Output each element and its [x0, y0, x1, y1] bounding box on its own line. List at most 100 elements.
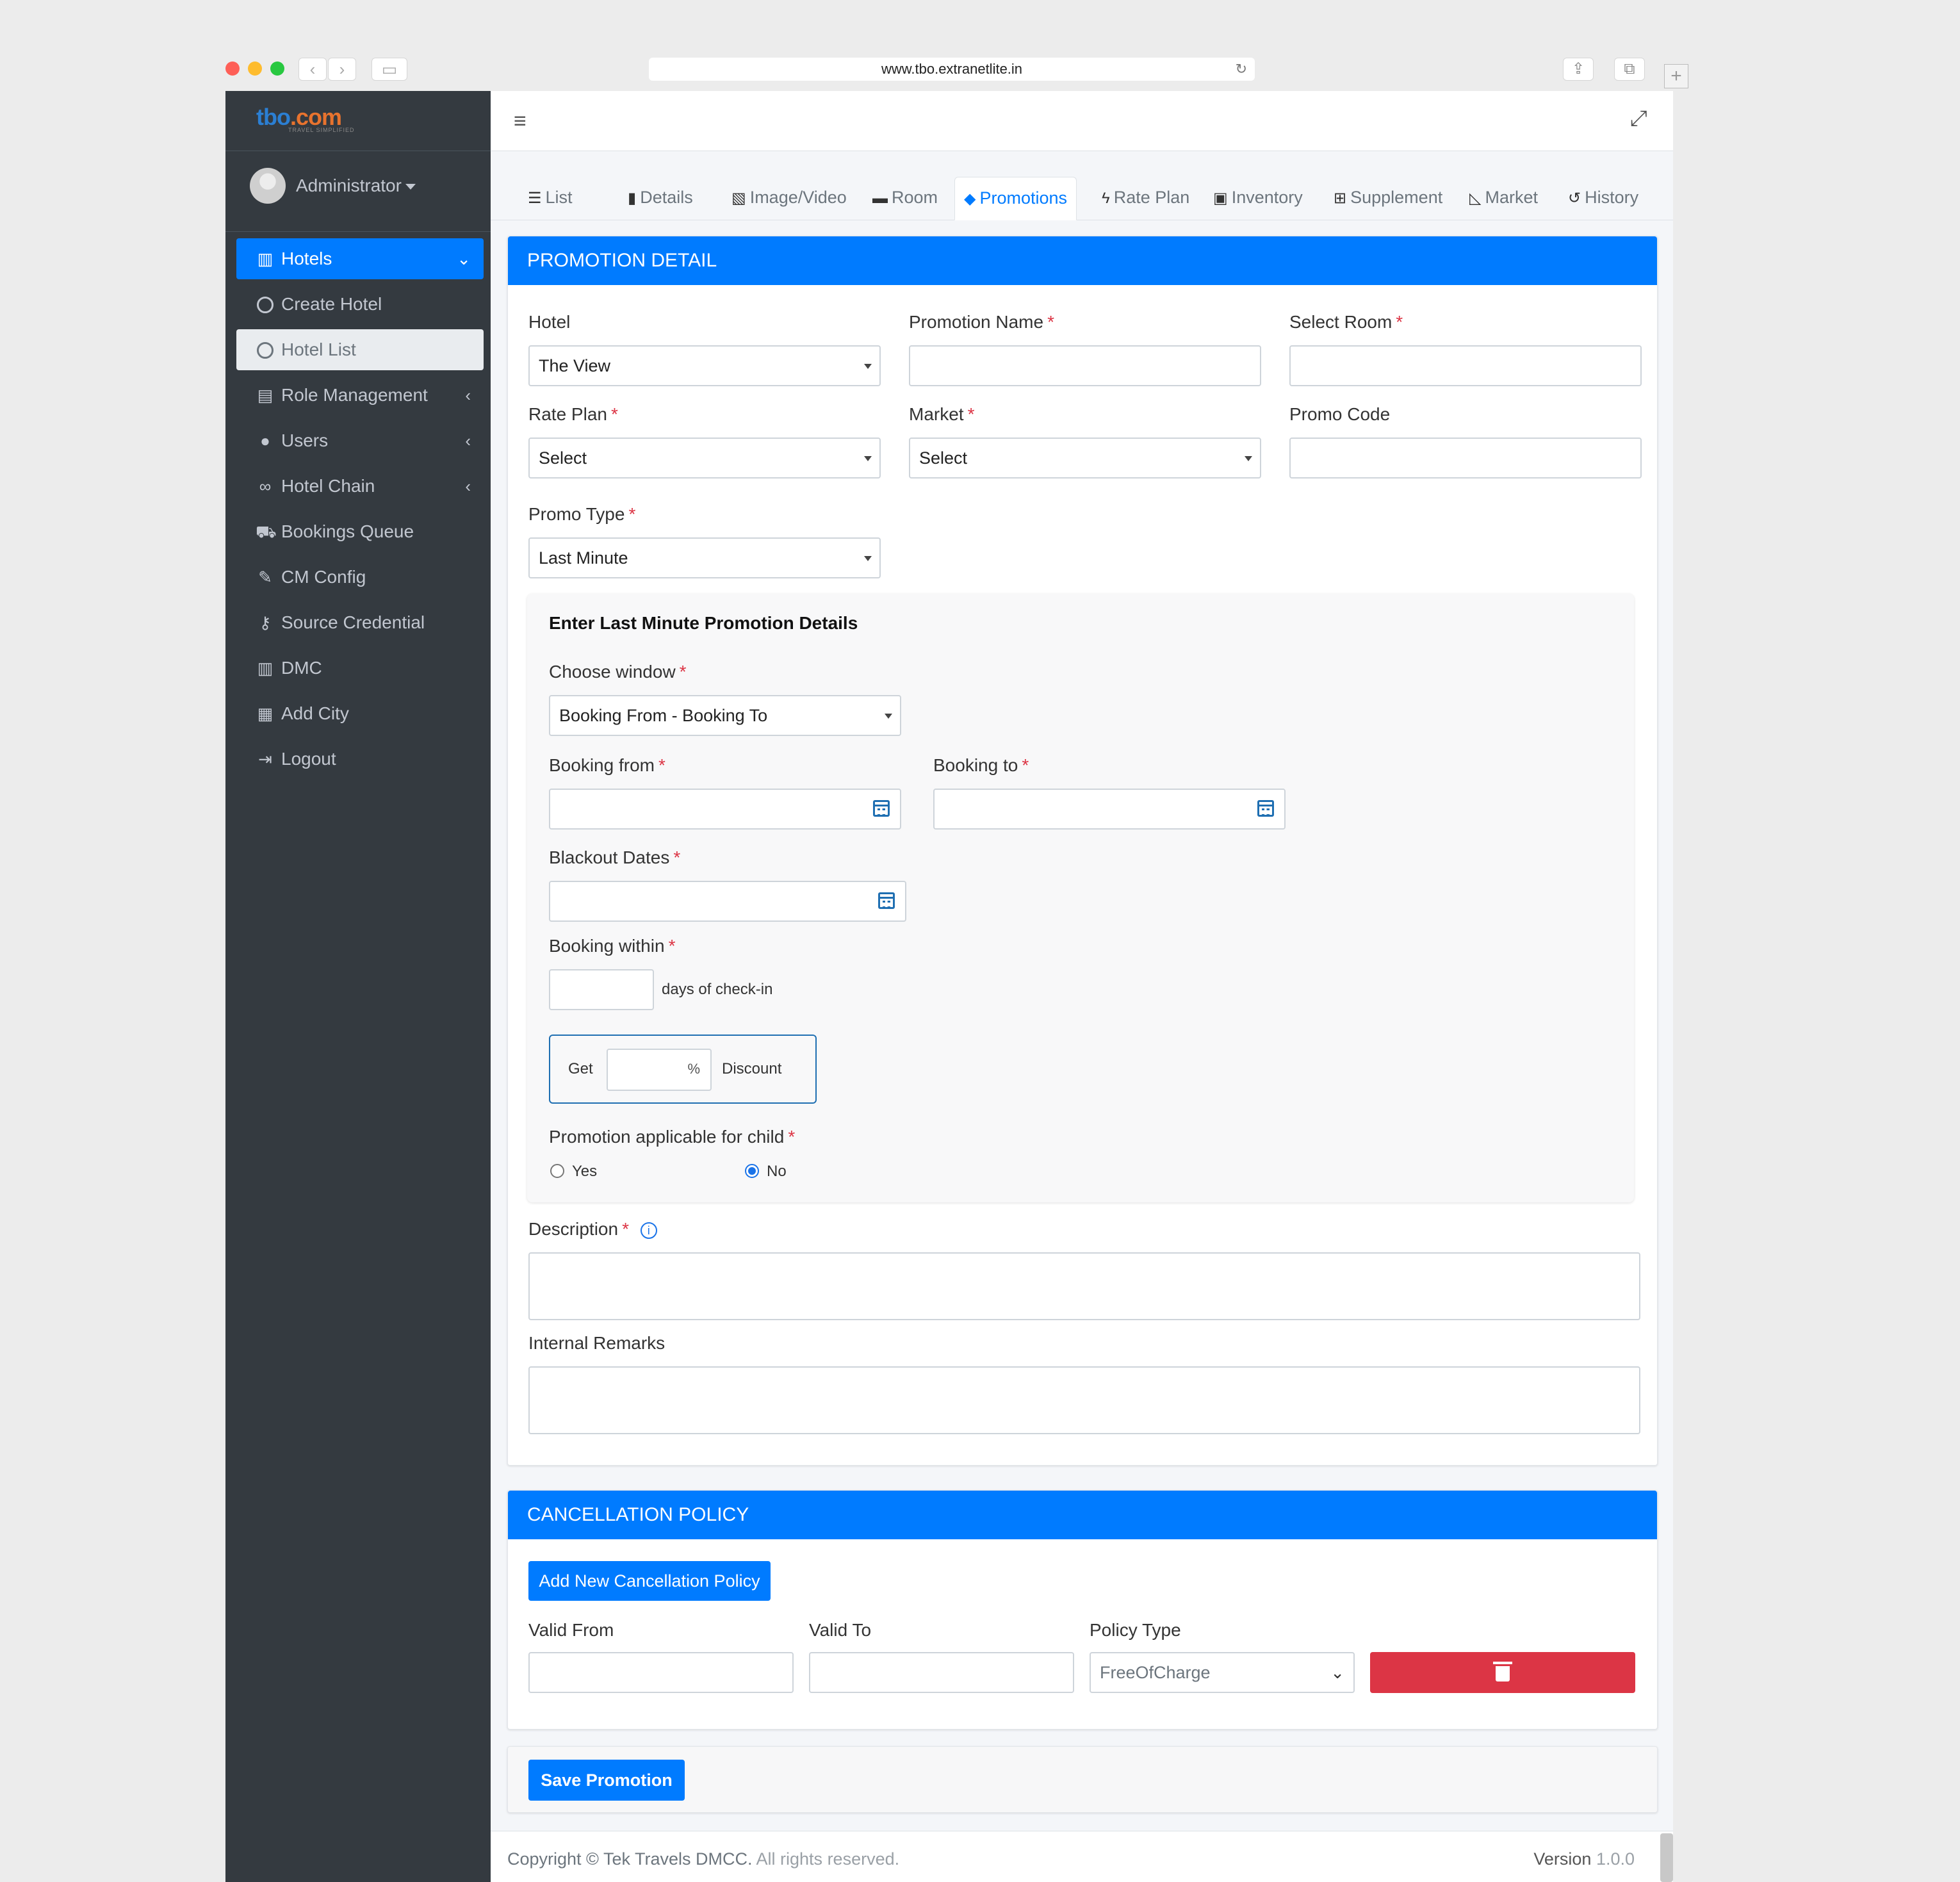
- version-text: Version 1.0.0: [1533, 1849, 1635, 1869]
- main-content: ≡ ⤢ ☰ List ▮ Details ▧ Image/Video ▬ Room ◆ P…: [491, 91, 1673, 1882]
- circle-icon: [257, 342, 274, 359]
- reload-icon[interactable]: ↻: [1236, 58, 1247, 81]
- tab-list[interactable]: ☰ List: [528, 177, 573, 220]
- market-label: Market *: [909, 404, 975, 424]
- calendar-icon[interactable]: [873, 800, 890, 817]
- fullscreen-icon[interactable]: ⤢: [1630, 106, 1647, 131]
- user-menu[interactable]: Administrator: [296, 176, 416, 196]
- sidebar-item-users[interactable]: ● Users ‹: [236, 420, 484, 461]
- child-applicable-label: Promotion applicable for child *: [549, 1127, 796, 1147]
- info-icon[interactable]: i: [640, 1222, 657, 1239]
- page-footer: Copyright © Tek Travels DMCC. All rights…: [491, 1831, 1673, 1882]
- policy-type-label: Policy Type: [1090, 1620, 1181, 1640]
- address-bar[interactable]: www.tbo.extranetlite.in ↻: [649, 58, 1255, 81]
- back-icon[interactable]: ‹: [298, 58, 327, 81]
- tab-details[interactable]: ▮ Details: [628, 177, 693, 220]
- add-cancellation-policy-button[interactable]: Add New Cancellation Policy: [528, 1561, 771, 1601]
- forward-icon[interactable]: ›: [328, 58, 356, 81]
- sidebar-item-hotels[interactable]: ▥ Hotels ⌄: [236, 238, 484, 279]
- chevron-down-icon: ⌄: [1330, 1663, 1344, 1682]
- choose-window-label: Choose window *: [549, 662, 687, 682]
- valid-from-input[interactable]: [528, 1652, 794, 1693]
- sidebar-item-source-credential[interactable]: ⚷ Source Credential: [236, 602, 484, 643]
- caret-down-icon: [1245, 456, 1252, 461]
- calendar-icon[interactable]: [1257, 800, 1274, 817]
- promotion-detail-header: PROMOTION DETAIL: [508, 236, 1657, 285]
- url-text: www.tbo.extranetlite.in: [881, 61, 1023, 77]
- tab-promotions[interactable]: ◆ Promotions: [954, 177, 1077, 220]
- sidebar-item-hotel-chain[interactable]: ∞ Hotel Chain ‹: [236, 466, 484, 507]
- calendar-icon[interactable]: [878, 892, 895, 909]
- tab-history[interactable]: ↺ History: [1568, 177, 1638, 220]
- description-textarea[interactable]: [528, 1252, 1640, 1320]
- get-label: Get: [568, 1060, 593, 1077]
- save-promotion-button[interactable]: Save Promotion: [528, 1760, 685, 1801]
- chevron-left-icon: ‹: [465, 477, 471, 496]
- hotel-select[interactable]: The View: [528, 345, 881, 386]
- choose-window-select[interactable]: Booking From - Booking To: [549, 695, 901, 736]
- tags-icon: ◆: [964, 190, 976, 208]
- blackout-dates-input[interactable]: [549, 881, 906, 922]
- child-yes-radio[interactable]: [550, 1164, 564, 1178]
- tabs-overview-icon[interactable]: ⧉: [1614, 58, 1645, 81]
- sidebar-item-cm-config[interactable]: ✎ CM Config: [236, 557, 484, 598]
- top-navbar: ≡ ⤢: [491, 91, 1673, 151]
- valid-to-input[interactable]: [809, 1652, 1074, 1693]
- tab-supplement[interactable]: ⊞ Supplement: [1334, 177, 1442, 220]
- sidebar-item-label: Hotel Chain: [281, 476, 375, 496]
- clipboard-icon: ▤: [257, 386, 274, 405]
- sidebar-item-hotel-list[interactable]: Hotel List: [236, 329, 484, 370]
- policy-type-select[interactable]: FreeOfCharge ⌄: [1090, 1652, 1355, 1693]
- child-yes-label[interactable]: Yes: [572, 1163, 597, 1181]
- sidebar-toggle-icon[interactable]: ▭: [372, 58, 407, 81]
- child-no-label[interactable]: No: [767, 1163, 787, 1181]
- hotel-label: Hotel: [528, 312, 571, 332]
- sidebar-item-create-hotel[interactable]: Create Hotel: [236, 284, 484, 325]
- select-room-input[interactable]: [1289, 345, 1642, 386]
- promo-code-input[interactable]: [1289, 438, 1642, 479]
- blackout-dates-label: Blackout Dates *: [549, 847, 681, 867]
- internal-remarks-textarea[interactable]: [528, 1366, 1640, 1434]
- child-no-radio[interactable]: [745, 1164, 759, 1178]
- chevron-left-icon: ‹: [465, 386, 471, 405]
- booking-from-input[interactable]: [549, 789, 901, 830]
- rate-plan-select[interactable]: Select: [528, 438, 881, 479]
- sidebar-item-logout[interactable]: ⇥ Logout: [236, 739, 484, 780]
- scrollbar-thumb[interactable]: [1660, 1833, 1673, 1882]
- sidebar-item-label: Users: [281, 430, 329, 450]
- tab-rate-plan[interactable]: ϟ Rate Plan: [1102, 177, 1189, 220]
- sidebar-item-bookings-queue[interactable]: ⛟ Bookings Queue: [236, 511, 484, 552]
- booking-within-input[interactable]: [549, 969, 654, 1010]
- hamburger-menu-icon[interactable]: ≡: [514, 109, 527, 134]
- close-window-dot[interactable]: [225, 61, 240, 76]
- market-select[interactable]: Select: [909, 438, 1261, 479]
- promo-type-select[interactable]: Last Minute: [528, 537, 881, 578]
- tab-market[interactable]: ◺ Market: [1469, 177, 1538, 220]
- hotel-tabs: ☰ List ▮ Details ▧ Image/Video ▬ Room ◆ Promo…: [491, 177, 1673, 220]
- sidebar-item-label: Source Credential: [281, 612, 425, 632]
- minimize-window-dot[interactable]: [248, 61, 262, 76]
- brand[interactable]: tbo.com TRAVEL SIMPLIFIED: [225, 91, 491, 151]
- discount-percent-input[interactable]: %: [607, 1049, 712, 1091]
- new-tab-icon[interactable]: +: [1664, 64, 1688, 88]
- sidebar-item-label: Logout: [281, 749, 336, 769]
- share-icon[interactable]: ⇪: [1563, 58, 1594, 81]
- tab-image-video[interactable]: ▧ Image/Video: [731, 177, 847, 220]
- sidebar-menu: ▥ Hotels ⌄ Create Hotel Hotel List ▤ Rol…: [236, 238, 484, 784]
- tab-inventory[interactable]: ▣ Inventory: [1213, 177, 1303, 220]
- last-minute-title: Enter Last Minute Promotion Details: [549, 613, 858, 633]
- delete-policy-button[interactable]: [1370, 1652, 1635, 1693]
- maximize-window-dot[interactable]: [270, 61, 284, 76]
- promo-type-label: Promo Type *: [528, 504, 636, 524]
- tab-room[interactable]: ▬ Room: [872, 177, 938, 220]
- sidebar-item-add-city[interactable]: ▦ Add City: [236, 693, 484, 734]
- list-icon: ☰: [528, 190, 542, 207]
- company-link[interactable]: Tek Travels DMCC.: [603, 1849, 753, 1869]
- promotion-name-input[interactable]: [909, 345, 1261, 386]
- user-panel[interactable]: Administrator: [225, 151, 491, 232]
- booking-to-input[interactable]: [933, 789, 1286, 830]
- sidebar-item-dmc[interactable]: ▥ DMC: [236, 648, 484, 689]
- sidebar-item-role-management[interactable]: ▤ Role Management ‹: [236, 375, 484, 416]
- select-room-label: Select Room *: [1289, 312, 1403, 332]
- last-minute-panel: Enter Last Minute Promotion Details Choo…: [527, 594, 1634, 1202]
